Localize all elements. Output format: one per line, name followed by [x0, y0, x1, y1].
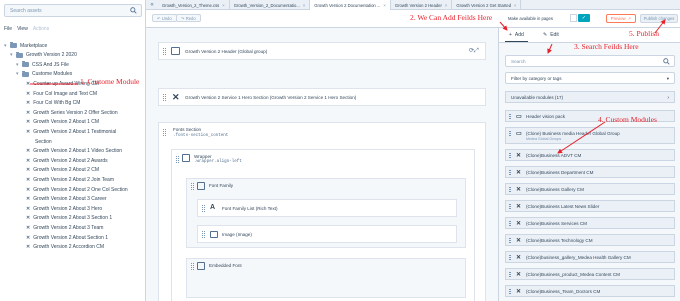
arrow-search [547, 43, 553, 54]
arrow-custom-modules [557, 121, 606, 154]
annotation-arrows [30, 19, 666, 154]
arrow-add [499, 21, 508, 31]
arrow-publish [654, 19, 666, 34]
